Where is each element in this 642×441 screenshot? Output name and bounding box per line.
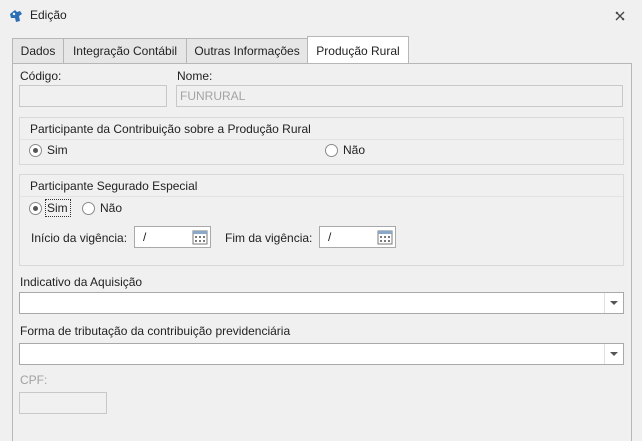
calendar-icon [377,230,393,245]
nome-label: Nome: [177,69,213,83]
forma-tributacao-select[interactable] [19,343,624,365]
group-divider [20,139,623,140]
tab-outras-informacoes[interactable]: Outras Informações [186,38,308,63]
indicativo-aquisicao-select[interactable] [19,292,624,314]
forma-tributacao-label: Forma de tributação da contribuição prev… [20,324,291,338]
inicio-vigencia-label: Início da vigência: [31,231,128,245]
inicio-calendar-button[interactable] [191,226,211,248]
segurado-nao-radio[interactable] [82,202,95,215]
fim-calendar-button[interactable] [376,226,396,248]
segurado-group: Participante Segurado Especial [19,174,624,266]
nome-field: FUNRURAL [176,85,623,107]
contribuicao-sim-label[interactable]: Sim [47,143,68,157]
app-logo-icon [10,10,22,22]
segurado-group-title: Participante Segurado Especial [30,179,198,193]
title-bar: Edição [0,0,642,30]
fim-vigencia-label: Fim da vigência: [225,231,313,245]
focus-indicator [45,199,71,217]
contribuicao-nao-radio[interactable] [325,144,338,157]
chevron-down-icon[interactable] [604,293,623,313]
contribuicao-nao-label[interactable]: Não [343,143,365,157]
tab-producao-rural[interactable]: Produção Rural [307,36,409,64]
group-divider [20,196,623,197]
tab-integracao-contabil[interactable]: Integração Contábil [63,38,187,63]
window-title: Edição [30,8,67,22]
cpf-field [19,392,107,414]
calendar-icon [192,230,208,245]
chevron-down-icon[interactable] [604,344,623,364]
codigo-label: Código: [20,69,62,83]
contribuicao-sim-radio[interactable] [29,144,42,157]
cpf-label: CPF: [20,373,48,387]
contribuicao-group-title: Participante da Contribuição sobre a Pro… [30,122,311,136]
close-icon[interactable] [612,8,628,24]
segurado-sim-radio[interactable] [29,202,42,215]
fim-vigencia-input[interactable]: / [319,226,377,248]
indicativo-aquisicao-label: Indicativo da Aquisição [20,275,143,289]
codigo-field [19,85,167,107]
inicio-vigencia-input[interactable]: / [134,226,192,248]
segurado-nao-label[interactable]: Não [100,201,122,215]
contribuicao-group: Participante da Contribuição sobre a Pro… [19,117,624,165]
tab-dados[interactable]: Dados [12,38,64,63]
